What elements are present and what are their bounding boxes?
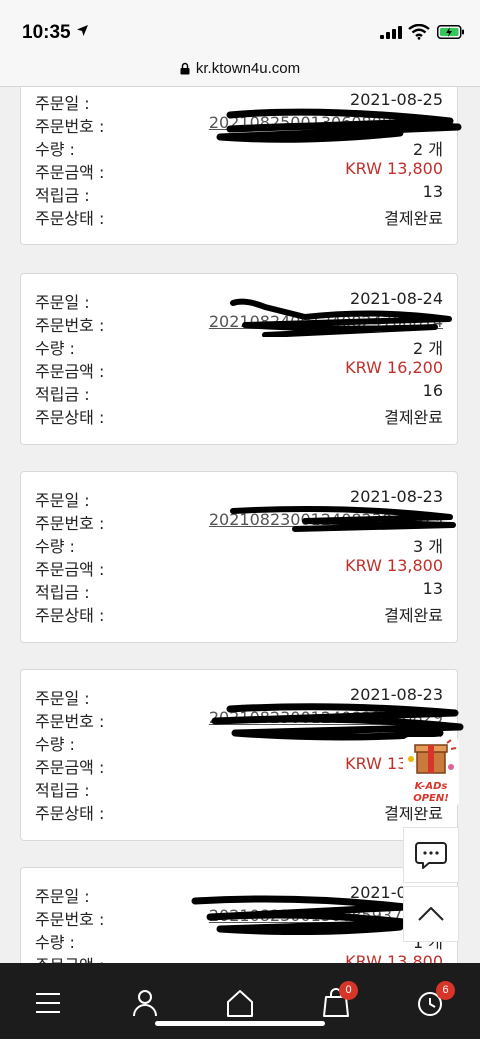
home-indicator bbox=[155, 1021, 325, 1026]
cellular-signal-icon bbox=[380, 26, 402, 39]
status-time: 10:35 bbox=[22, 22, 71, 43]
url-text: kr.ktown4u.com bbox=[195, 60, 301, 77]
quantity-label: 수량 : bbox=[35, 735, 75, 754]
order-number-link[interactable]: 20210824001240824708814 bbox=[209, 312, 443, 331]
order-card[interactable]: 주문일 : 2021-08-25 주문번호 : 202108250013060808… bbox=[20, 87, 458, 245]
wifi-icon bbox=[408, 24, 430, 40]
amount-label: 주문금액 : bbox=[35, 163, 105, 182]
nav-account-button[interactable] bbox=[127, 985, 163, 1021]
order-number-link[interactable]: 20210825001306080838878 bbox=[209, 113, 443, 132]
status-label: 주문상태 : bbox=[35, 408, 105, 427]
order-card[interactable]: 주문일 :2021-08-23 주문번호 :202108230013008593… bbox=[20, 867, 458, 963]
gift-box-illustration-icon bbox=[408, 739, 457, 774]
chat-bubble-icon bbox=[415, 842, 447, 869]
amount-label: 주문금액 : bbox=[35, 952, 104, 963]
order-number-label: 주문번호 : bbox=[35, 910, 105, 929]
status-label: 주문상태 : bbox=[35, 606, 105, 625]
nav-cart-button[interactable]: 0 bbox=[318, 981, 358, 1021]
order-date: 2021-08-23 bbox=[350, 487, 443, 506]
order-card[interactable]: 주문일 : 2021-08-24 주문번호 : 202108240012408247… bbox=[20, 273, 458, 445]
address-bar[interactable]: kr.ktown4u.com bbox=[0, 52, 480, 87]
amount-label: 주문금액 : bbox=[35, 362, 105, 381]
status-bar: 10:35 bbox=[0, 0, 480, 52]
order-status: 결제완료 bbox=[384, 408, 443, 427]
quantity: 3 개 bbox=[413, 537, 443, 556]
lock-icon bbox=[180, 62, 190, 75]
order-number-link[interactable]: 20210823001240823070829 bbox=[209, 510, 443, 529]
order-date: 2021-08-24 bbox=[350, 289, 443, 308]
order-date-label: 주문일 : bbox=[35, 491, 90, 510]
order-status: 결제완료 bbox=[384, 209, 443, 228]
status-label: 주문상태 : bbox=[35, 209, 105, 228]
order-date: 2021-08-23 bbox=[350, 685, 443, 704]
cart-count-badge: 0 bbox=[339, 981, 358, 1000]
user-icon bbox=[133, 990, 157, 1017]
chat-button[interactable] bbox=[403, 827, 459, 883]
order-amount: KRW 13,800 bbox=[345, 159, 443, 178]
nav-menu-button[interactable] bbox=[30, 985, 66, 1021]
home-icon bbox=[227, 990, 253, 1017]
quantity-label: 수량 : bbox=[35, 140, 75, 159]
points-label: 적립금 : bbox=[35, 781, 90, 800]
quantity-label: 수량 : bbox=[35, 933, 75, 952]
order-number-label: 주문번호 : bbox=[35, 514, 105, 533]
order-amount: KRW 13,800 bbox=[345, 952, 443, 963]
points-label: 적립금 : bbox=[35, 385, 90, 404]
quantity-label: 수량 : bbox=[35, 537, 75, 556]
points-label: 적립금 : bbox=[35, 583, 90, 602]
quantity: 2 개 bbox=[413, 339, 443, 358]
order-date: 2021-08-25 bbox=[350, 90, 443, 109]
nav-recent-button[interactable]: 6 bbox=[412, 981, 455, 1021]
order-amount: KRW 13,800 bbox=[345, 556, 443, 575]
banner-text-open: OPEN! bbox=[413, 793, 449, 804]
quantity-label: 수량 : bbox=[35, 339, 75, 358]
order-date-label: 주문일 : bbox=[35, 887, 90, 906]
bottom-nav: 0 6 bbox=[0, 963, 480, 1039]
order-date-label: 주문일 : bbox=[35, 293, 90, 312]
order-amount: KRW 16,200 bbox=[345, 358, 443, 377]
order-number-link[interactable]: 20210823001240823070829 bbox=[209, 708, 443, 727]
reward-points: 16 bbox=[422, 381, 443, 400]
reward-points: 13 bbox=[422, 579, 443, 598]
quantity: 2 개 bbox=[413, 140, 443, 159]
k-ads-banner[interactable]: K-ADs OPEN! bbox=[403, 737, 459, 807]
nav-home-button[interactable] bbox=[222, 985, 258, 1021]
reward-points: 13 bbox=[422, 182, 443, 201]
order-number-label: 주문번호 : bbox=[35, 117, 105, 136]
hamburger-menu-icon bbox=[36, 993, 60, 1013]
chevron-up-icon bbox=[418, 907, 444, 921]
order-status: 결제완료 bbox=[384, 606, 443, 625]
status-label: 주문상태 : bbox=[35, 804, 105, 823]
amount-label: 주문금액 : bbox=[35, 758, 105, 777]
recent-count-badge: 6 bbox=[436, 981, 455, 1000]
banner-text-kads: K-ADs bbox=[414, 781, 448, 792]
location-arrow-icon bbox=[77, 25, 88, 36]
order-card[interactable]: 주문일 : 2021-08-23 주문번호 : 202108230012408230… bbox=[20, 669, 458, 841]
amount-label: 주문금액 : bbox=[35, 560, 105, 579]
order-number-label: 주문번호 : bbox=[35, 712, 105, 731]
battery-charging-icon bbox=[437, 25, 464, 39]
order-card[interactable]: 주문일 : 2021-08-23 주문번호 : 202108230012408230… bbox=[20, 471, 458, 643]
scroll-top-button[interactable] bbox=[403, 886, 459, 942]
points-label: 적립금 : bbox=[35, 186, 90, 205]
order-number-label: 주문번호 : bbox=[35, 316, 105, 335]
order-date-label: 주문일 : bbox=[35, 94, 90, 113]
order-date-label: 주문일 : bbox=[35, 689, 90, 708]
